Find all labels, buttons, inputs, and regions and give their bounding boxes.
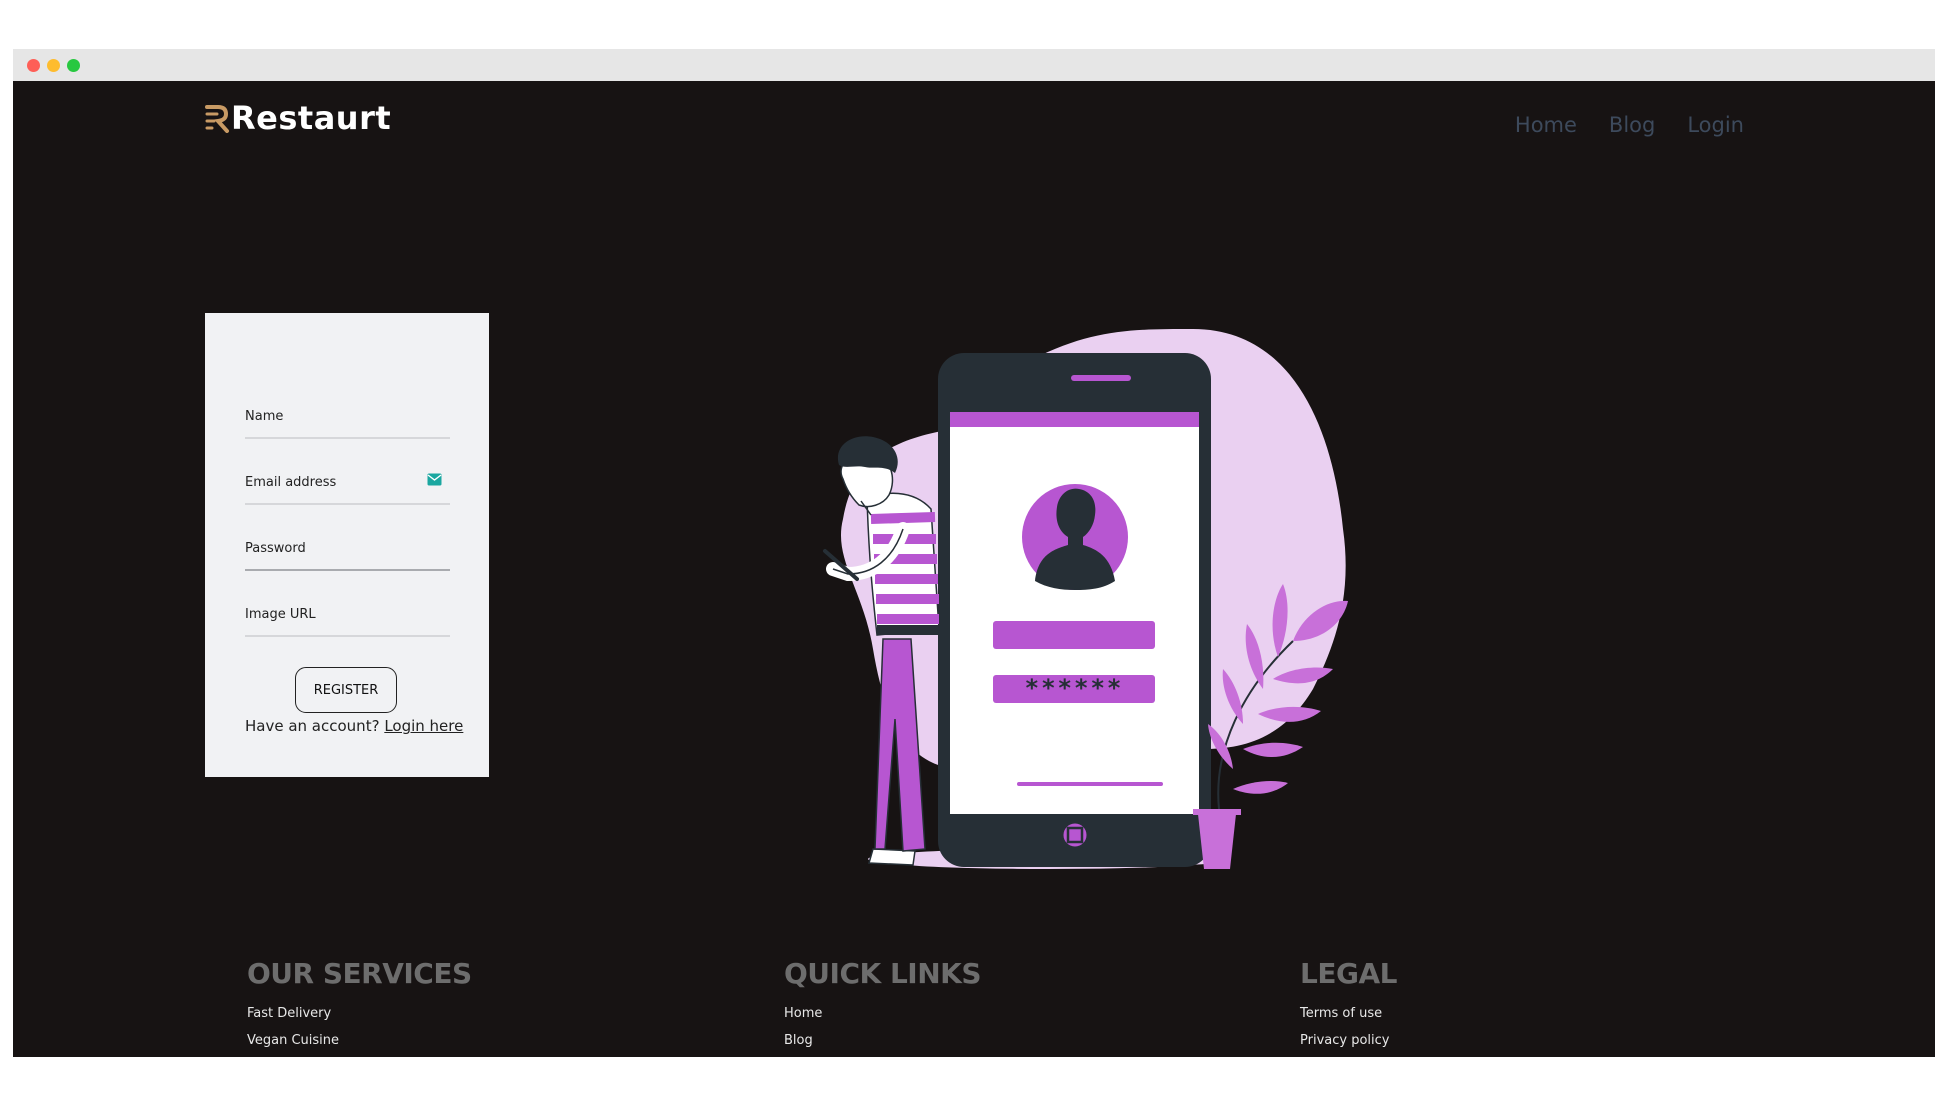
window-titlebar [13,49,1935,81]
phone-bottom-line [1017,782,1163,786]
password-mask-text: ****** [1025,674,1124,702]
footer-our-services: OUR SERVICES Fast Delivery Vegan Cuisine [247,957,472,1048]
footer-link-blog[interactable]: Blog [784,1033,981,1048]
footer-legal: LEGAL Terms of use Privacy policy [1300,957,1397,1048]
envelope-icon [427,473,442,486]
image-url-field-label: Image URL [245,607,316,622]
footer-link-vegan-cuisine[interactable]: Vegan Cuisine [247,1033,472,1048]
email-field[interactable]: Email address [245,467,450,505]
footer-link-terms-of-use[interactable]: Terms of use [1300,1006,1397,1021]
brand-name: Restaurt [231,99,392,137]
account-prompt-text: Have an account? [245,717,380,735]
nav-home[interactable]: Home [1515,113,1577,137]
phone-username-field [993,621,1155,649]
login-here-link[interactable]: Login here [384,717,463,735]
nav-login[interactable]: Login [1687,113,1744,137]
phone-home-button [1060,820,1090,850]
browser-window: Restaurt Home Blog Login Name Email addr… [13,49,1935,1057]
footer-services-title: OUR SERVICES [247,957,472,990]
email-field-label: Email address [245,475,337,490]
register-button[interactable]: REGISTER [295,667,397,713]
register-form-card: Name Email address Password Image URL RE… [205,313,489,777]
login-phone-illustration: ****** [823,329,1348,869]
image-url-field[interactable]: Image URL [245,599,450,637]
phone-screen [950,412,1199,814]
footer-link-home[interactable]: Home [784,1006,981,1021]
footer-link-privacy-policy[interactable]: Privacy policy [1300,1033,1397,1048]
password-field[interactable]: Password [245,533,450,571]
name-field-label: Name [245,409,284,424]
name-field[interactable]: Name [245,401,450,439]
brand-logo[interactable]: Restaurt [204,102,391,134]
maximize-window-button[interactable] [67,59,80,72]
minimize-window-button[interactable] [47,59,60,72]
top-nav: Home Blog Login [1515,113,1744,137]
close-window-button[interactable] [27,59,40,72]
footer-legal-title: LEGAL [1300,957,1397,990]
nav-blog[interactable]: Blog [1609,113,1655,137]
footer-link-fast-delivery[interactable]: Fast Delivery [247,1006,472,1021]
password-field-label: Password [245,541,306,556]
phone-speaker [1071,375,1131,381]
restaurant-r-mark-icon [205,105,229,133]
footer-quick-links-title: QUICK LINKS [784,957,982,990]
footer-quick-links: QUICK LINKS Home Blog [784,957,982,1048]
login-prompt: Have an account? Login here [245,717,463,735]
phone-screen-header [950,412,1199,427]
